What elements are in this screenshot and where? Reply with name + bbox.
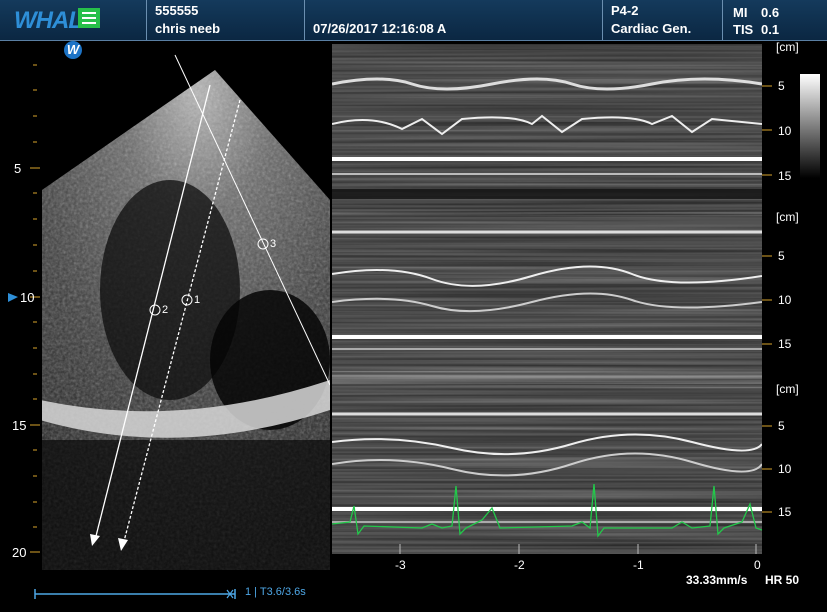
- panel3-unit: [cm]: [776, 382, 799, 396]
- panel2-tick-5: 5: [778, 249, 785, 263]
- tis-label: TIS: [733, 22, 754, 37]
- time-label-minus3: -3: [395, 558, 406, 572]
- panel3-tick-15: 15: [778, 505, 792, 519]
- probe-name: P4-2: [611, 3, 639, 18]
- panel1-unit: [cm]: [776, 40, 799, 54]
- panel1-tick-10: 10: [778, 124, 792, 138]
- exam-datetime: 07/26/2017 12:16:08 A: [313, 21, 447, 36]
- depth-label-5: 5: [14, 161, 22, 176]
- panel3-tick-10: 10: [778, 462, 792, 476]
- mi-label: MI: [733, 5, 748, 20]
- depth-label-10: 10: [20, 290, 35, 305]
- logo-cell: WHALE: [0, 0, 147, 40]
- tis-value: 0.1: [761, 22, 780, 37]
- logo-mark-icon: [78, 8, 100, 28]
- m-mode-panel-1: [332, 44, 762, 212]
- index-cell: MI 0.6 TIS 0.1: [723, 0, 827, 40]
- m-mode-panel-3: [332, 388, 762, 554]
- patient-name: chris neeb: [155, 21, 221, 36]
- heart-rate: HR 50: [765, 573, 800, 587]
- panel2-tick-10: 10: [778, 293, 792, 307]
- cine-scrollbar[interactable]: [30, 587, 242, 601]
- panel1-tick-15: 15: [778, 169, 792, 183]
- depth-label-15: 15: [12, 418, 27, 433]
- depth-label-20: 20: [12, 545, 27, 560]
- cursor-marker-3: 3: [270, 238, 277, 250]
- cine-trace-info: 1 | T3.6/3.6s: [245, 586, 306, 598]
- sweep-speed: 33.33mm/s: [686, 573, 748, 587]
- panel2-unit: [cm]: [776, 210, 799, 224]
- focus-marker-icon: [8, 293, 18, 302]
- grayscale-bar: [800, 74, 820, 178]
- panel2-tick-15: 15: [778, 337, 792, 351]
- mi-value: 0.6: [761, 5, 780, 20]
- depth-ticks: [30, 64, 40, 553]
- m-mode-panel-2: [332, 216, 762, 384]
- datetime-cell: 07/26/2017 12:16:08 A: [305, 0, 603, 40]
- info-header: WHALE 555555 chris neeb 07/26/2017 12:16…: [0, 0, 827, 41]
- time-label-minus1: -1: [633, 558, 644, 572]
- panel3-tick-5: 5: [778, 419, 785, 433]
- cursor-marker-2: 2: [162, 304, 169, 316]
- m-mode-panels: [332, 44, 762, 554]
- cursor-marker-1: 1: [194, 294, 201, 306]
- patient-cell: 555555 chris neeb: [147, 0, 305, 40]
- time-label-minus2: -2: [514, 558, 525, 572]
- preset-name: Cardiac Gen.: [611, 21, 692, 36]
- probe-cell: P4-2 Cardiac Gen.: [603, 0, 723, 40]
- right-depth-ticks: [762, 85, 772, 513]
- panel1-tick-5: 5: [778, 79, 785, 93]
- patient-id: 555555: [155, 3, 199, 18]
- time-label-0: 0: [754, 558, 761, 572]
